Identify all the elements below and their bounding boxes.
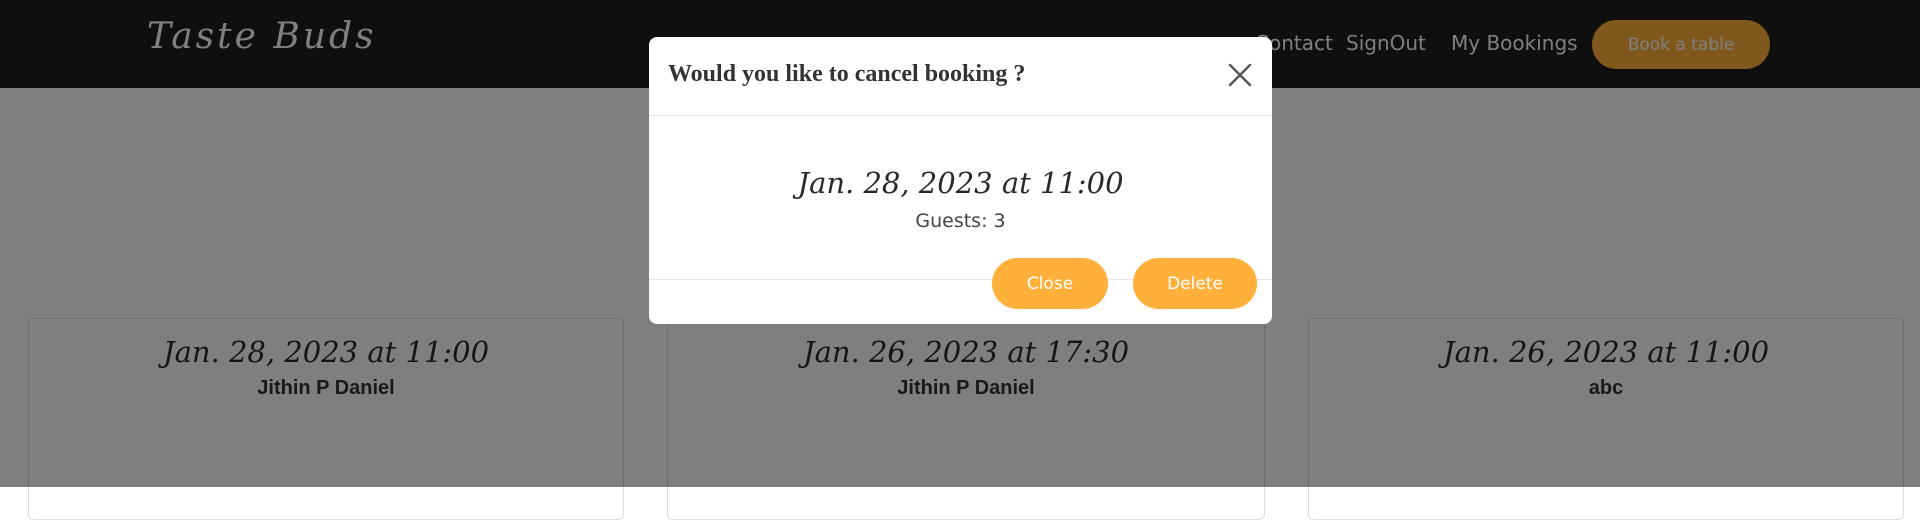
delete-button[interactable]: Delete [1133, 258, 1257, 309]
close-button[interactable]: Close [992, 258, 1108, 309]
modal-guests: Guests: 3 [915, 210, 1006, 232]
modal-booking-date: Jan. 28, 2023 at 11:00 [797, 166, 1124, 200]
modal-title: Would you like to cancel booking ? [668, 61, 1026, 87]
modal-body: Jan. 28, 2023 at 11:00 Guests: 3 [649, 116, 1272, 280]
modal-header: Would you like to cancel booking ? [649, 37, 1272, 116]
close-icon[interactable] [1227, 62, 1253, 88]
